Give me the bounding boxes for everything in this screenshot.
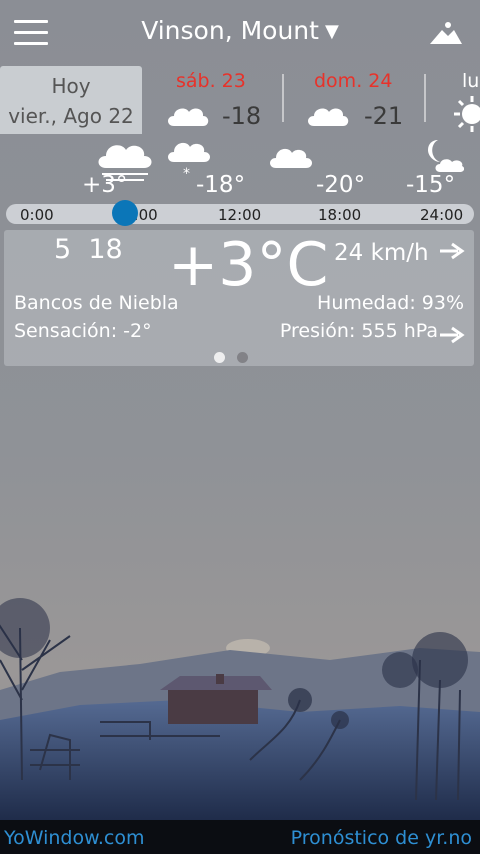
sun-icon — [454, 96, 480, 132]
wind-speed: 24 km/h — [334, 240, 429, 266]
time-slider-track[interactable]: 0:00 6:00 12:00 18:00 24:00 — [6, 204, 474, 224]
sunset-hour: 18 — [88, 234, 123, 265]
day-label: sáb. 23 — [176, 70, 246, 92]
hourly-temp: -15° — [406, 172, 456, 198]
feels-like-text: Sensación: -2° — [14, 320, 152, 342]
location-selector[interactable]: Vinson, Mount ▼ — [0, 16, 480, 45]
chevron-down-icon: ▼ — [324, 21, 339, 42]
humidity-text: Humedad: 93% — [317, 292, 464, 314]
cloud-icon — [308, 108, 349, 126]
farmhouse — [160, 674, 272, 724]
page-dot[interactable] — [214, 352, 225, 363]
time-tick: 0:00 — [20, 206, 54, 224]
wind-readout: 24 km/h — [334, 240, 466, 266]
location-name: Vinson, Mount — [141, 16, 319, 45]
day-today[interactable]: Hoy vier., Ago 22 — [0, 66, 142, 134]
wind-arrow-icon — [439, 242, 465, 260]
day-temp: -18 — [222, 102, 262, 130]
daily-forecast-strip: Hoy vier., Ago 22 sáb. 23 -18 dom. 24 -2… — [0, 66, 480, 134]
yowindow-link[interactable]: YoWindow.com — [4, 827, 145, 849]
footer-bar: YoWindow.com Pronóstico de yr.no — [0, 820, 480, 854]
landscape-icon[interactable] — [428, 18, 464, 48]
moon-cloud-icon — [428, 140, 464, 172]
sunrise-hour: 5 — [54, 234, 72, 265]
today-date: vier., Ago 22 — [8, 104, 134, 128]
current-temperature: +3°C — [168, 230, 329, 300]
svg-text:*: * — [183, 166, 190, 180]
pressure-arrow-icon — [440, 326, 465, 344]
time-tick: 24:00 — [420, 206, 464, 224]
day-sunday[interactable]: dom. 24 -21 — [284, 66, 424, 134]
day-saturday[interactable]: sáb. 23 -18 — [142, 66, 282, 134]
day-label: dom. 24 — [314, 70, 393, 92]
time-tick: 18:00 — [318, 206, 362, 224]
time-tick: 12:00 — [218, 206, 262, 224]
page-indicator — [214, 348, 260, 367]
page-dot[interactable] — [237, 352, 248, 363]
pressure-text: Presión: 555 hPa — [279, 320, 438, 342]
day-temp: -21 — [364, 102, 404, 130]
time-slider-handle[interactable] — [112, 200, 138, 226]
today-label: Hoy — [51, 74, 91, 98]
forecast-source-link[interactable]: Pronóstico de yr.no — [291, 827, 472, 849]
condition-text: Bancos de Niebla — [14, 292, 179, 314]
top-bar: Vinson, Mount ▼ — [0, 0, 480, 66]
day-monday[interactable]: lu — [426, 66, 480, 134]
hourly-temp: +3° — [82, 172, 128, 198]
hourly-temp: -18° — [196, 172, 246, 198]
cloud-icon — [168, 108, 209, 126]
current-conditions-card[interactable]: 5 18 +3°C 24 km/h Bancos de Niebla Sensa… — [4, 230, 474, 366]
hourly-temp: -20° — [316, 172, 366, 198]
cloud-icon — [270, 148, 312, 168]
day-label: lu — [462, 70, 480, 92]
daylight-hours: 5 18 — [54, 234, 123, 265]
